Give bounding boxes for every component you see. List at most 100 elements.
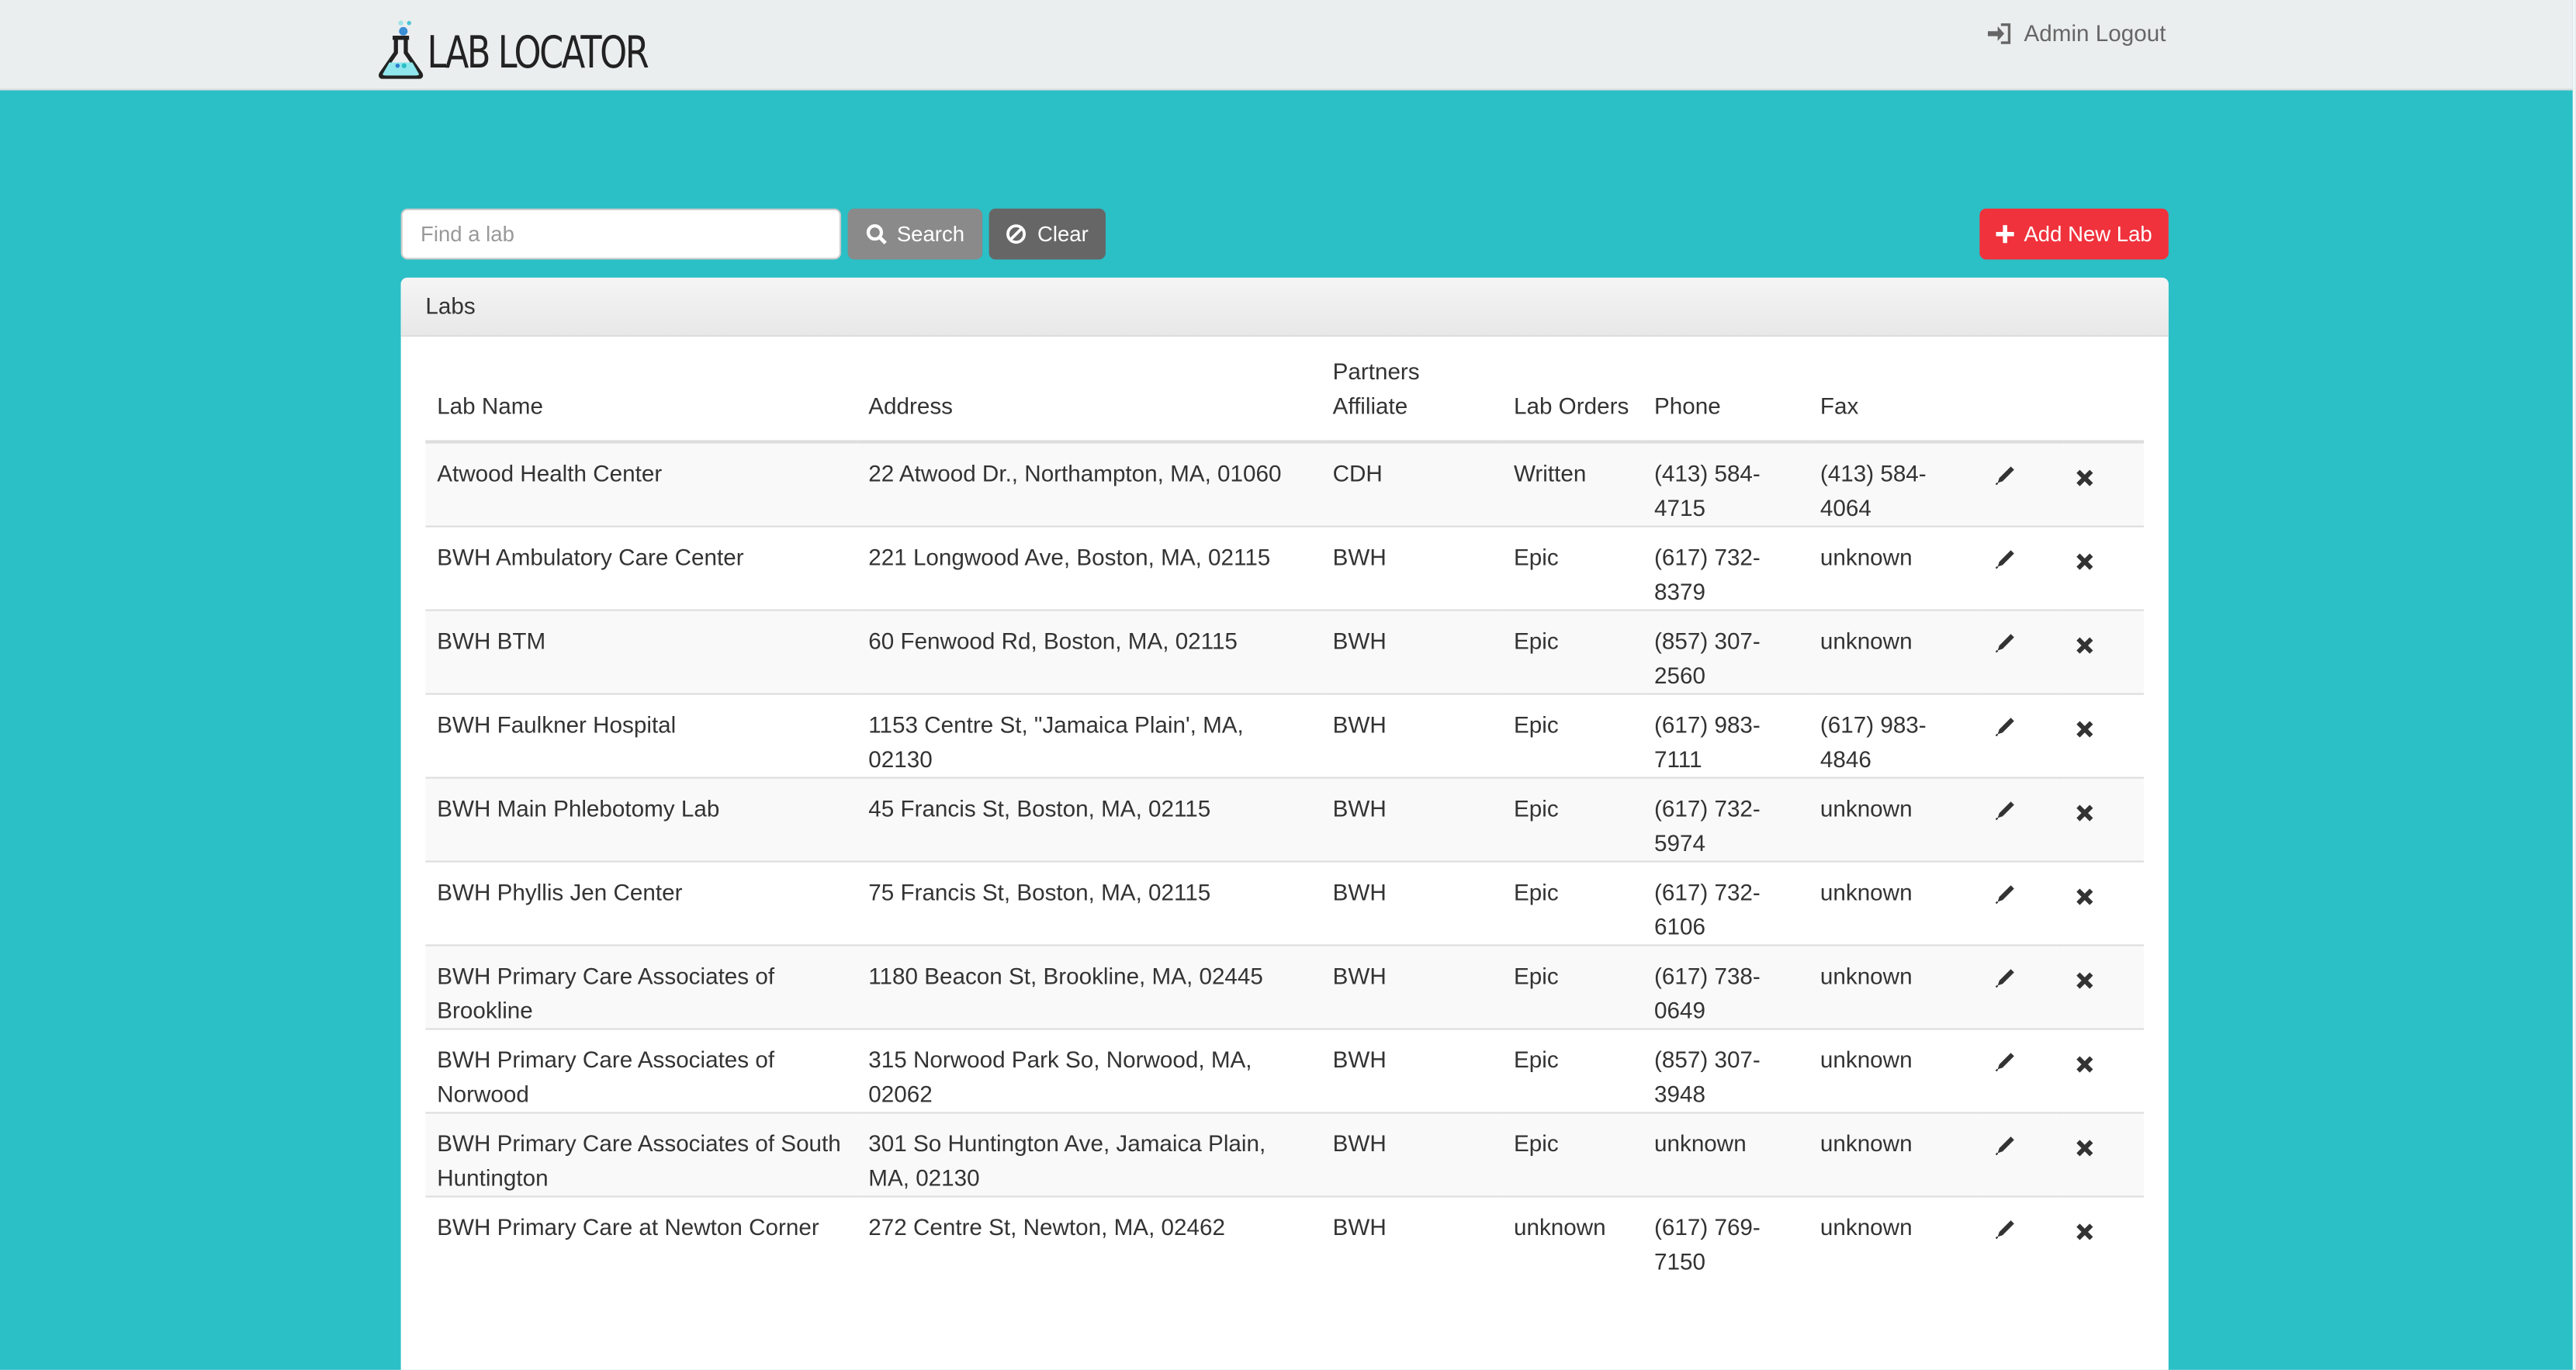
logo[interactable]: LAB LOCATOR [375, 13, 710, 79]
delete-x-icon[interactable] [2075, 463, 2094, 497]
column-header-action [1982, 355, 2064, 444]
delete-cell [2063, 944, 2145, 1029]
cell-fax: unknown [1809, 1112, 1983, 1197]
delete-x-icon[interactable] [2075, 798, 2094, 832]
cell-phone: unknown [1643, 1112, 1809, 1197]
table-row: BWH Primary Care at Newton Corner 272 Cen… [425, 1195, 2145, 1280]
cell-address: 1180 Beacon St, Brookline, MA, 02445 [857, 944, 1321, 1029]
cell-lab-orders: Epic [1502, 1112, 1643, 1197]
delete-x-icon[interactable] [2075, 547, 2094, 581]
table-row: BWH Primary Care Associates of Norwood 31… [425, 1028, 2145, 1113]
column-header-action [2063, 355, 2145, 444]
edit-pencil-icon[interactable] [1994, 1216, 2017, 1250]
labs-table: Lab Name Address Partners Affiliate Lab Ord… [425, 355, 2145, 1280]
column-header-phone: Phone [1643, 355, 1809, 444]
cell-fax: unknown [1809, 944, 1983, 1029]
delete-x-icon[interactable] [2075, 882, 2094, 916]
table-row: BWH Main Phlebotomy Lab 45 Francis St, Bo… [425, 777, 2145, 862]
window-edge [2572, 0, 2576, 1370]
edit-pencil-icon[interactable] [1994, 880, 2017, 915]
delete-x-icon[interactable] [2075, 631, 2094, 665]
cell-lab-name: BWH Primary Care Associates of Brookline [425, 944, 857, 1029]
delete-x-icon[interactable] [2075, 714, 2094, 749]
cell-address: 221 Longwood Ave, Boston, MA, 02115 [857, 525, 1321, 611]
cell-address: 272 Centre St, Newton, MA, 02462 [857, 1195, 1321, 1280]
edit-cell [1982, 693, 2064, 778]
edit-pencil-icon[interactable] [1994, 1048, 2017, 1082]
cell-partners-affiliate: BWH [1321, 1028, 1503, 1113]
edit-pencil-icon[interactable] [1994, 545, 2017, 579]
table-row: BWH Phyllis Jen Center 75 Francis St, Bos… [425, 860, 2145, 946]
admin-logout-link[interactable]: Admin Logout [1987, 19, 2166, 46]
column-header-lab-name: Lab Name [425, 355, 857, 444]
cell-phone: (617) 983-7111 [1643, 693, 1809, 778]
cell-address: 45 Francis St, Boston, MA, 02115 [857, 777, 1321, 862]
edit-cell [1982, 609, 2064, 694]
cell-partners-affiliate: BWH [1321, 860, 1503, 946]
ban-icon [1007, 224, 1027, 244]
table-row: BWH BTM 60 Fenwood Rd, Boston, MA, 02115 B… [425, 609, 2145, 694]
cell-phone: (617) 738-0649 [1643, 944, 1809, 1029]
cell-partners-affiliate: BWH [1321, 693, 1503, 778]
edit-pencil-icon[interactable] [1994, 629, 2017, 663]
search-icon [866, 224, 887, 245]
edit-cell [1982, 525, 2064, 611]
delete-cell [2063, 693, 2145, 778]
cell-phone: (617) 732-5974 [1643, 777, 1809, 862]
search-input[interactable] [400, 208, 842, 260]
delete-cell [2063, 1195, 2145, 1280]
edit-pencil-icon[interactable] [1994, 964, 2017, 998]
table-row: Atwood Health Center 22 Atwood Dr., North… [425, 441, 2145, 527]
delete-x-icon[interactable] [2075, 1133, 2094, 1168]
cell-lab-name: BWH Primary Care at Newton Corner [425, 1195, 857, 1280]
search-button[interactable]: Search [847, 208, 983, 260]
edit-cell [1982, 860, 2064, 946]
cell-partners-affiliate: BWH [1321, 777, 1503, 862]
edit-cell [1982, 1195, 2064, 1280]
table-row: BWH Primary Care Associates of Brookline… [425, 944, 2145, 1029]
edit-pencil-icon[interactable] [1994, 797, 2017, 831]
cell-lab-name: BWH Phyllis Jen Center [425, 860, 857, 946]
column-header-partners-affiliate: Partners Affiliate [1321, 355, 1503, 444]
edit-cell [1982, 441, 2064, 527]
delete-cell [2063, 525, 2145, 611]
cell-lab-orders: Epic [1502, 860, 1643, 946]
edit-pencil-icon[interactable] [1994, 462, 2017, 496]
delete-cell [2063, 1112, 2145, 1197]
edit-cell [1982, 944, 2064, 1029]
cell-phone: (413) 584-4715 [1643, 441, 1809, 527]
cell-fax: unknown [1809, 860, 1983, 946]
cell-fax: (413) 584-4064 [1809, 441, 1983, 527]
top-navbar: LAB LOCATOR Admin Logout [0, 0, 2573, 91]
edit-pencil-icon[interactable] [1994, 713, 2017, 747]
cell-lab-orders: Epic [1502, 525, 1643, 611]
delete-x-icon[interactable] [2075, 966, 2094, 1000]
panel-title: Labs [400, 277, 2169, 337]
cell-fax: (617) 983-4846 [1809, 693, 1983, 778]
cell-address: 75 Francis St, Boston, MA, 02115 [857, 860, 1321, 946]
cell-partners-affiliate: BWH [1321, 525, 1503, 611]
delete-cell [2063, 609, 2145, 694]
page: LAB LOCATOR Admin Logout Search Clear Ad… [0, 0, 2576, 1370]
delete-cell [2063, 860, 2145, 946]
add-new-lab-button[interactable]: Add New Lab [1979, 208, 2169, 260]
edit-pencil-icon[interactable] [1994, 1132, 2017, 1166]
cell-lab-orders: Epic [1502, 609, 1643, 694]
delete-x-icon[interactable] [2075, 1217, 2094, 1251]
delete-cell [2063, 441, 2145, 527]
cell-fax: unknown [1809, 1028, 1983, 1113]
cell-address: 22 Atwood Dr., Northampton, MA, 01060 [857, 441, 1321, 527]
cell-lab-name: BWH Ambulatory Care Center [425, 525, 857, 611]
table-row: BWH Primary Care Associates of South Hun… [425, 1112, 2145, 1197]
cell-phone: (617) 732-8379 [1643, 525, 1809, 611]
cell-lab-name: BWH Primary Care Associates of Norwood [425, 1028, 857, 1113]
cell-partners-affiliate: BWH [1321, 1195, 1503, 1280]
delete-cell [2063, 777, 2145, 862]
delete-x-icon[interactable] [2075, 1050, 2094, 1084]
cell-address: 315 Norwood Park So, Norwood, MA, 02062 [857, 1028, 1321, 1113]
edit-cell [1982, 777, 2064, 862]
clear-button[interactable]: Clear [989, 208, 1106, 260]
column-header-address: Address [857, 355, 1321, 444]
delete-cell [2063, 1028, 2145, 1113]
column-header-fax: Fax [1809, 355, 1983, 444]
